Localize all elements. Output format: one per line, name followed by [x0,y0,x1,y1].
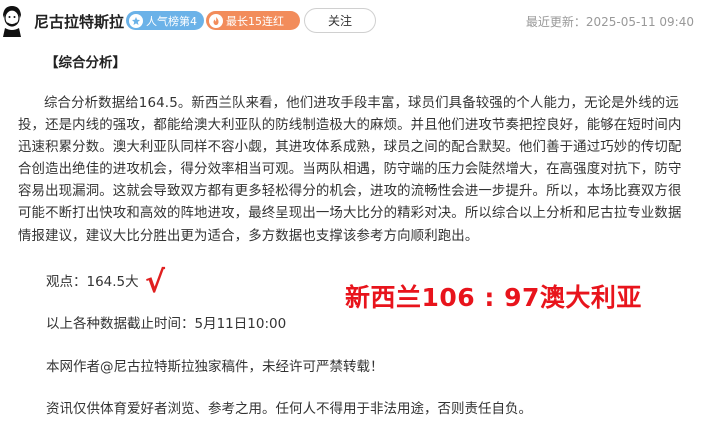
author-name[interactable]: 尼古拉特斯拉 [34,11,124,32]
popularity-badge-label: 人气榜第4 [146,14,197,28]
viewpoint: 观点：164.5大 [46,274,139,290]
section-title: 【综合分析】 [45,55,126,71]
streak-badge: 最长15连红 [206,11,300,30]
flame-icon [209,13,223,28]
analysis-paragraph: 综合分析数据给164.5。新西兰队来看，他们进攻手段丰富，球员们具备较强的个人能… [18,96,682,244]
disclaimer: 资讯仅供体育爱好者浏览、参考之用。任何人不得用于非法用途，否则责任自负。 [46,401,532,417]
copyright-notice: 本网作者@尼古拉特斯拉独家稿件，未经许可严禁转载！ [46,359,384,375]
data-deadline: 以上各种数据截止时间：5月11日10:00 [46,316,287,332]
check-mark-icon: √ [145,265,166,300]
score-prediction: 新西兰106 : 97澳大利亚 [345,283,642,312]
follow-button[interactable]: 关注 [304,8,376,33]
popularity-badge: 人气榜第4 [126,11,204,30]
author-header: 尼古拉特斯拉 人气榜第4 最长15连红 关注 最近更新：2025-05-11 0… [0,0,710,42]
streak-badge-label: 最长15连红 [226,14,284,28]
rank-icon [129,13,143,28]
last-updated: 最近更新：2025-05-11 09:40 [525,15,694,29]
avatar[interactable] [0,3,24,37]
